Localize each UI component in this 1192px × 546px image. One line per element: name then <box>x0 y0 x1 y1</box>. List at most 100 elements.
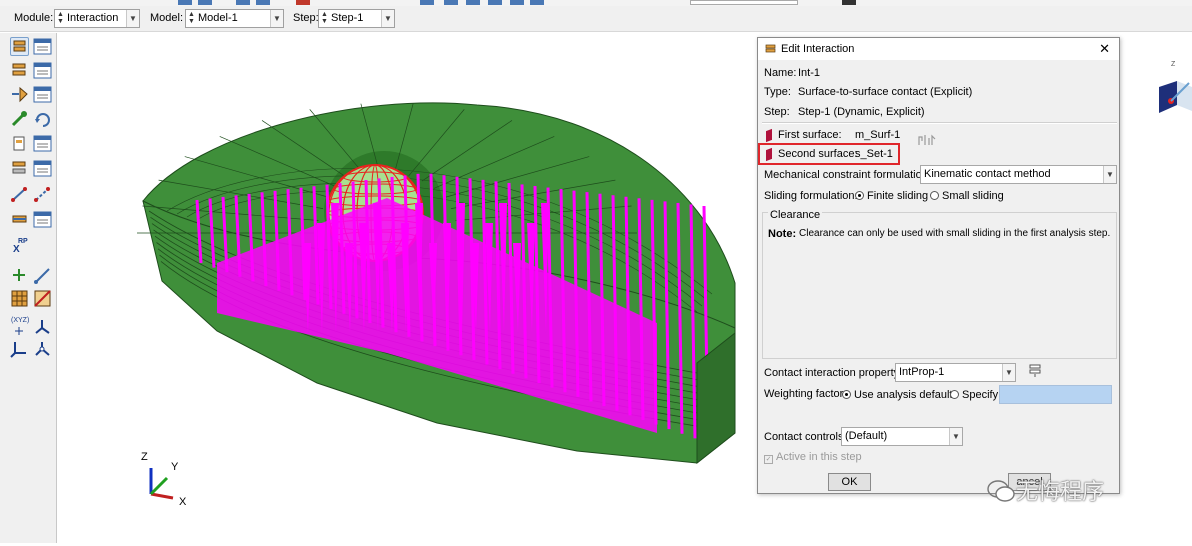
type-label: Type: <box>764 86 791 98</box>
step-value: Step-1 <box>331 12 364 24</box>
section-manager-icon[interactable] <box>33 134 52 153</box>
contact-controls-select[interactable]: (Default) ▼ <box>841 427 963 446</box>
spin-arrows-icon: ▲ ▼ <box>57 11 64 25</box>
special-icon[interactable] <box>10 210 29 229</box>
mesh-grid-icon[interactable] <box>10 289 29 308</box>
axis-x-label: X <box>179 496 187 508</box>
interaction-property-icon[interactable] <box>10 61 29 80</box>
active-in-step-label: Active in this step <box>776 451 862 463</box>
radio-selected-icon <box>842 390 851 399</box>
model-label: Model: <box>150 12 184 24</box>
toolbar-icon[interactable] <box>510 0 524 5</box>
weight-specify-radio[interactable]: Specify <box>950 389 998 401</box>
toolbar-icon[interactable] <box>842 0 856 5</box>
watermark-text: 无悔程序 <box>1016 480 1105 505</box>
refresh-icon[interactable] <box>33 110 52 129</box>
toolbar-icon[interactable] <box>296 0 310 5</box>
special-manager-icon[interactable] <box>33 210 52 229</box>
constraint-icon[interactable] <box>10 85 29 104</box>
toolbar-icon[interactable] <box>466 0 480 5</box>
interaction-manager-icon[interactable] <box>33 37 52 56</box>
contact-property-value: IntProp-1 <box>899 366 945 378</box>
contact-property-label: Contact interaction property: <box>764 367 903 379</box>
chevron-down-icon: ▼ <box>1002 364 1015 381</box>
toolbar-icon[interactable] <box>488 0 502 5</box>
first-surface-icon <box>766 128 772 143</box>
edit-interaction-dialog: Edit Interaction ✕ Name: Int-1 Type: Sur… <box>757 37 1120 494</box>
name-label: Name: <box>764 67 797 79</box>
module-value: Interaction <box>67 12 119 24</box>
contact-property-select[interactable]: IntProp-1 ▼ <box>895 363 1016 382</box>
mech-constraint-label: Mechanical constraint formulation: <box>764 169 931 181</box>
radio-icon <box>930 191 939 200</box>
weight-specify-label: Specify <box>962 389 999 401</box>
weight-default-radio[interactable]: Use analysis default <box>842 389 952 401</box>
csys-spherical-icon[interactable] <box>33 339 52 358</box>
csys-icon[interactable]: (XYZ) <box>10 317 29 336</box>
property-manager-icon[interactable] <box>33 61 52 80</box>
property-manager-icon[interactable] <box>1027 363 1043 379</box>
toolbar-icon[interactable] <box>198 0 212 5</box>
view-cube[interactable] <box>1147 63 1192 123</box>
name-value: Int-1 <box>798 67 821 79</box>
model-select[interactable]: ▲ ▼ Model-1 ▼ <box>185 9 284 28</box>
sliding-small-label: Small sliding <box>942 190 1004 202</box>
interaction-icon <box>765 44 776 53</box>
axis-y-label: Y <box>171 461 179 473</box>
toolbar-icon[interactable] <box>256 0 270 5</box>
connector-icon[interactable] <box>10 110 29 129</box>
toolbox: RP X (XYZ) <box>0 33 57 543</box>
mini-z-label: Z <box>1171 61 1176 68</box>
spin-arrows-icon: ▲ ▼ <box>321 11 328 25</box>
module-select[interactable]: ▲ ▼ Interaction ▼ <box>54 9 140 28</box>
type-value: Surface-to-surface contact (Explicit) <box>798 86 973 98</box>
weighting-label: Weighting factor <box>764 388 844 400</box>
ok-button[interactable]: OK <box>828 473 871 491</box>
axis-z-label: Z <box>141 451 148 463</box>
amplitude-manager-icon[interactable] <box>33 159 52 178</box>
module-label: Module: <box>14 12 54 24</box>
toolbar-icon[interactable] <box>530 0 544 5</box>
active-in-step-checkbox[interactable]: ✓ Active in this step <box>764 451 862 464</box>
weight-value-field[interactable] <box>999 385 1112 404</box>
constraint-manager-icon[interactable] <box>33 85 52 104</box>
note-text: Clearance can only be used with small sl… <box>799 228 1111 239</box>
reference-point-icon[interactable]: RP X <box>12 238 31 257</box>
step-select[interactable]: ▲ ▼ Step-1 ▼ <box>318 9 395 28</box>
csys-cylindrical-icon[interactable] <box>33 317 52 336</box>
toolbar-icon[interactable] <box>236 0 250 5</box>
datum-axis-icon[interactable] <box>33 266 52 285</box>
rp-x: X <box>13 244 20 255</box>
section-icon[interactable] <box>10 134 29 153</box>
mech-constraint-value: Kinematic contact method <box>924 168 1051 180</box>
dialog-titlebar[interactable]: Edit Interaction ✕ <box>758 38 1119 60</box>
contact-controls-value: (Default) <box>845 430 888 442</box>
toolbar-icon[interactable] <box>178 0 192 5</box>
sliding-finite-radio[interactable]: Finite sliding <box>855 190 928 202</box>
mech-constraint-select[interactable]: Kinematic contact method ▼ <box>920 165 1117 184</box>
wire-icon[interactable] <box>10 185 29 204</box>
spin-arrows-icon: ▲ ▼ <box>188 11 195 25</box>
step-label: Step: <box>764 106 790 118</box>
second-surface-icon <box>766 147 772 162</box>
context-bar: Module: ▲ ▼ Interaction ▼ Model: ▲ ▼ Model… <box>0 6 1192 32</box>
first-surface-label: First surface: <box>778 129 842 141</box>
model-value: Model-1 <box>198 12 238 24</box>
amplitude-icon[interactable] <box>10 159 29 178</box>
add-datum-icon[interactable] <box>10 266 29 285</box>
wire-dashed-icon[interactable] <box>33 185 52 204</box>
toolbar-icon[interactable] <box>444 0 458 5</box>
create-interaction-icon[interactable] <box>10 37 29 56</box>
step-value: Step-1 (Dynamic, Explicit) <box>798 106 925 118</box>
swap-surfaces-icon[interactable] <box>917 133 937 149</box>
partition-icon[interactable] <box>33 289 52 308</box>
first-surface-value: m_Surf-1 <box>855 129 901 141</box>
toolbar-combo[interactable] <box>690 0 798 5</box>
chevron-down-icon: ▼ <box>270 10 283 27</box>
sliding-small-radio[interactable]: Small sliding <box>930 190 1004 202</box>
dialog-title: Edit Interaction <box>781 43 855 55</box>
csys-rect-icon[interactable] <box>10 339 29 358</box>
chevron-down-icon: ▼ <box>1103 166 1116 183</box>
toolbar-icon[interactable] <box>420 0 434 5</box>
close-icon[interactable]: ✕ <box>1099 41 1110 57</box>
